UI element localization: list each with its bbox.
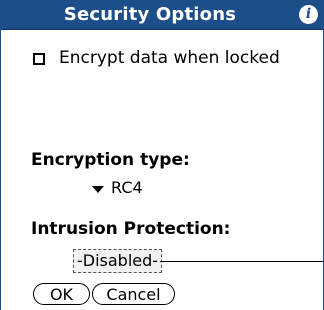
encrypt-data-label[interactable]: Encrypt data when locked xyxy=(59,48,280,68)
dialog-frame-left xyxy=(0,29,1,310)
intrusion-protection-heading: Intrusion Protection: xyxy=(31,219,231,239)
encrypt-data-checkbox[interactable] xyxy=(33,53,45,65)
cancel-button[interactable]: Cancel xyxy=(92,283,175,305)
dialog-title: Security Options xyxy=(63,4,237,25)
dialog-titlebar: Security Options i xyxy=(0,0,324,30)
intrusion-protection-selector[interactable]: -Disabled- xyxy=(73,249,163,273)
ok-button[interactable]: OK xyxy=(33,283,90,305)
encryption-type-value[interactable]: RC4 xyxy=(111,178,143,197)
info-icon[interactable]: i xyxy=(299,5,318,24)
popup-triangle-icon[interactable] xyxy=(92,186,104,193)
selector-connector-line xyxy=(160,261,323,262)
encryption-type-heading: Encryption type: xyxy=(31,150,190,170)
